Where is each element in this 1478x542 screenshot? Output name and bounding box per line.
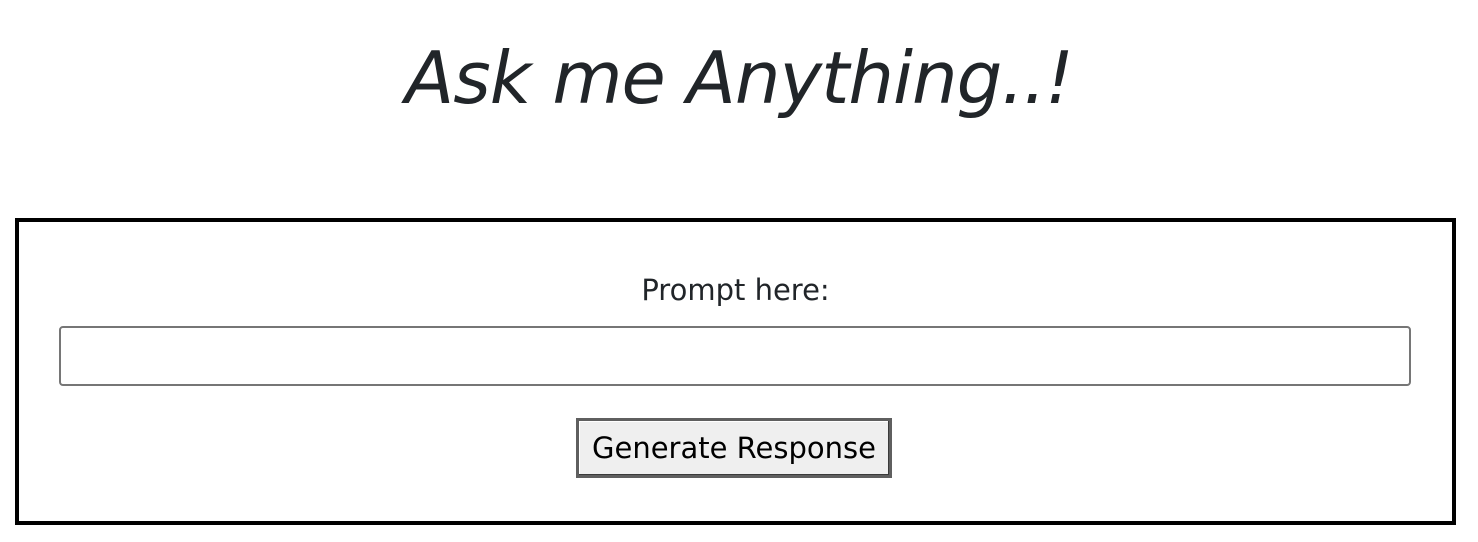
prompt-input[interactable] bbox=[59, 326, 1411, 386]
prompt-form-card: Prompt here: Generate Response bbox=[15, 218, 1456, 525]
page-title: Ask me Anything..! bbox=[404, 36, 1074, 120]
prompt-label: Prompt here: bbox=[641, 273, 830, 307]
generate-response-button[interactable]: Generate Response bbox=[576, 418, 892, 478]
